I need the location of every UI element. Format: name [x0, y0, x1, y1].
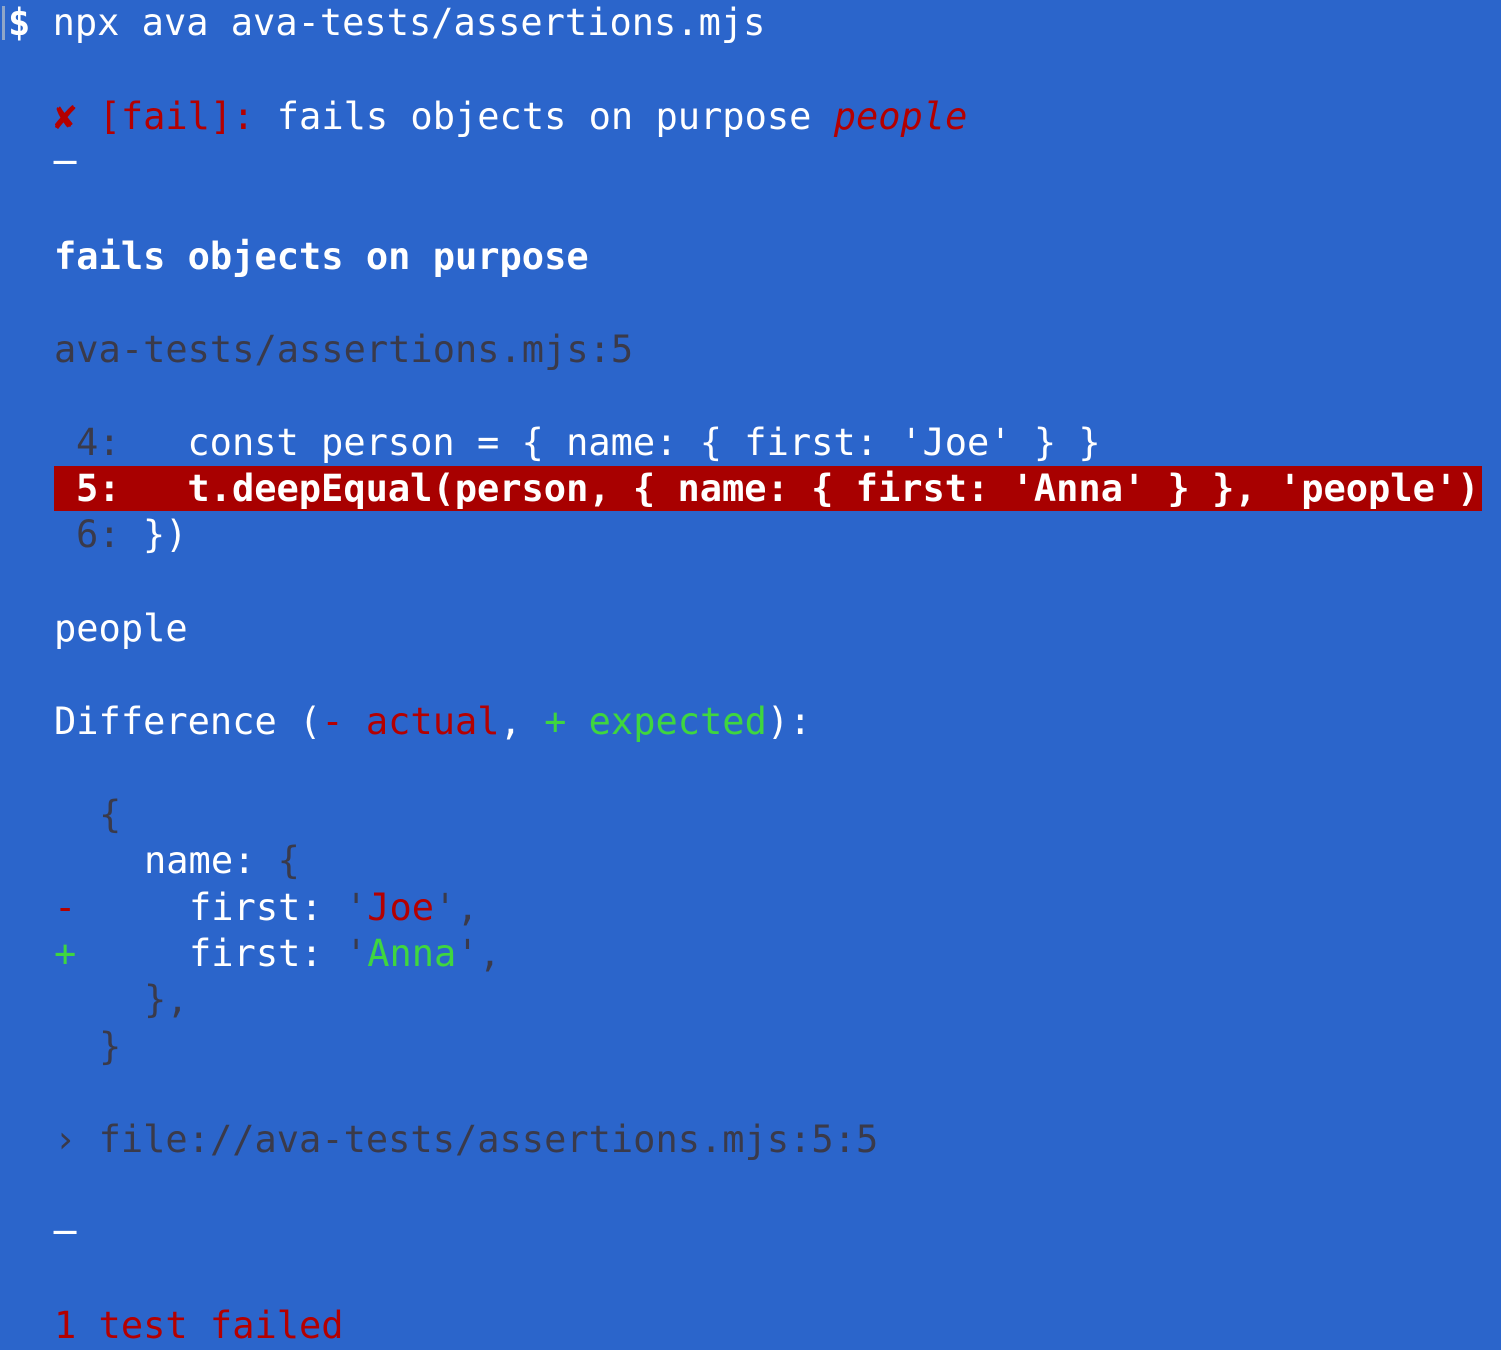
fail-cross-icon: ✘: [54, 95, 77, 138]
code-line: 4: const person = { name: { first: 'Joe'…: [76, 420, 1101, 466]
terminal-window[interactable]: $ npx ava ava-tests/assertions.mjs ✘ [fa…: [0, 0, 1501, 1350]
fail-tag: [fail]:: [98, 95, 255, 138]
stack-location-link[interactable]: file://ava-tests/assertions.mjs:5:5: [99, 1118, 879, 1161]
prompt-symbol: $: [8, 1, 31, 44]
fail-header: ✘ [fail]: fails objects on purpose peopl…: [54, 94, 967, 140]
code-line: 6: }): [76, 512, 187, 558]
diff-added-value: Anna: [367, 932, 457, 975]
difference-plus: +: [544, 700, 567, 743]
diff-inner-close: },: [144, 978, 189, 1021]
line-code: t.deepEqual(person, { name: { first: 'An…: [142, 467, 1480, 510]
test-title-heading: fails objects on purpose: [54, 235, 589, 278]
difference-actual: actual: [365, 700, 500, 743]
fail-test-title: fails objects on purpose: [276, 95, 812, 138]
diff-added-line: first: 'Anna',: [189, 932, 501, 975]
line-number: 5:: [76, 467, 121, 510]
line-number: 4:: [76, 421, 121, 464]
command-prompt-line: $ npx ava ava-tests/assertions.mjs: [8, 0, 765, 46]
separator-bottom: ─: [54, 1211, 77, 1254]
diff-name-key: name:: [144, 839, 256, 882]
code-line-error: 5: t.deepEqual(person, { name: { first: …: [76, 466, 1479, 512]
diff-outer-close: }: [99, 1025, 122, 1068]
terminal-cursor-mark: [2, 6, 5, 40]
difference-header: Difference (- actual, + expected):: [54, 699, 811, 745]
difference-label: Difference (: [54, 700, 322, 743]
diff-added-key: first:: [189, 932, 323, 975]
diff-removed-marker: -: [54, 886, 77, 929]
diff-open-brace: {: [99, 793, 122, 836]
difference-close: ):: [766, 700, 812, 743]
diff-name-line: name: {: [144, 838, 300, 884]
stack-arrow-icon: ›: [54, 1118, 77, 1161]
source-location: ava-tests/assertions.mjs:5: [54, 328, 634, 371]
diff-added-marker: +: [54, 932, 77, 975]
separator-top: ─: [54, 141, 77, 184]
difference-minus: -: [321, 700, 344, 743]
fail-message: people: [833, 95, 968, 138]
difference-expected: expected: [588, 700, 767, 743]
line-code: }): [142, 513, 188, 556]
diff-name-open: {: [277, 839, 300, 882]
difference-comma: ,: [499, 700, 522, 743]
assertion-message: people: [54, 607, 188, 650]
stack-trace-line[interactable]: › file://ava-tests/assertions.mjs:5:5: [54, 1117, 878, 1163]
diff-removed-line: first: 'Joe',: [189, 886, 479, 929]
test-summary: 1 test failed: [54, 1304, 344, 1347]
line-code: const person = { name: { first: 'Joe' } …: [142, 421, 1101, 464]
diff-removed-value: Joe: [367, 886, 435, 929]
line-number: 6:: [76, 513, 121, 556]
diff-removed-key: first:: [189, 886, 323, 929]
command-text: npx ava ava-tests/assertions.mjs: [52, 1, 766, 44]
